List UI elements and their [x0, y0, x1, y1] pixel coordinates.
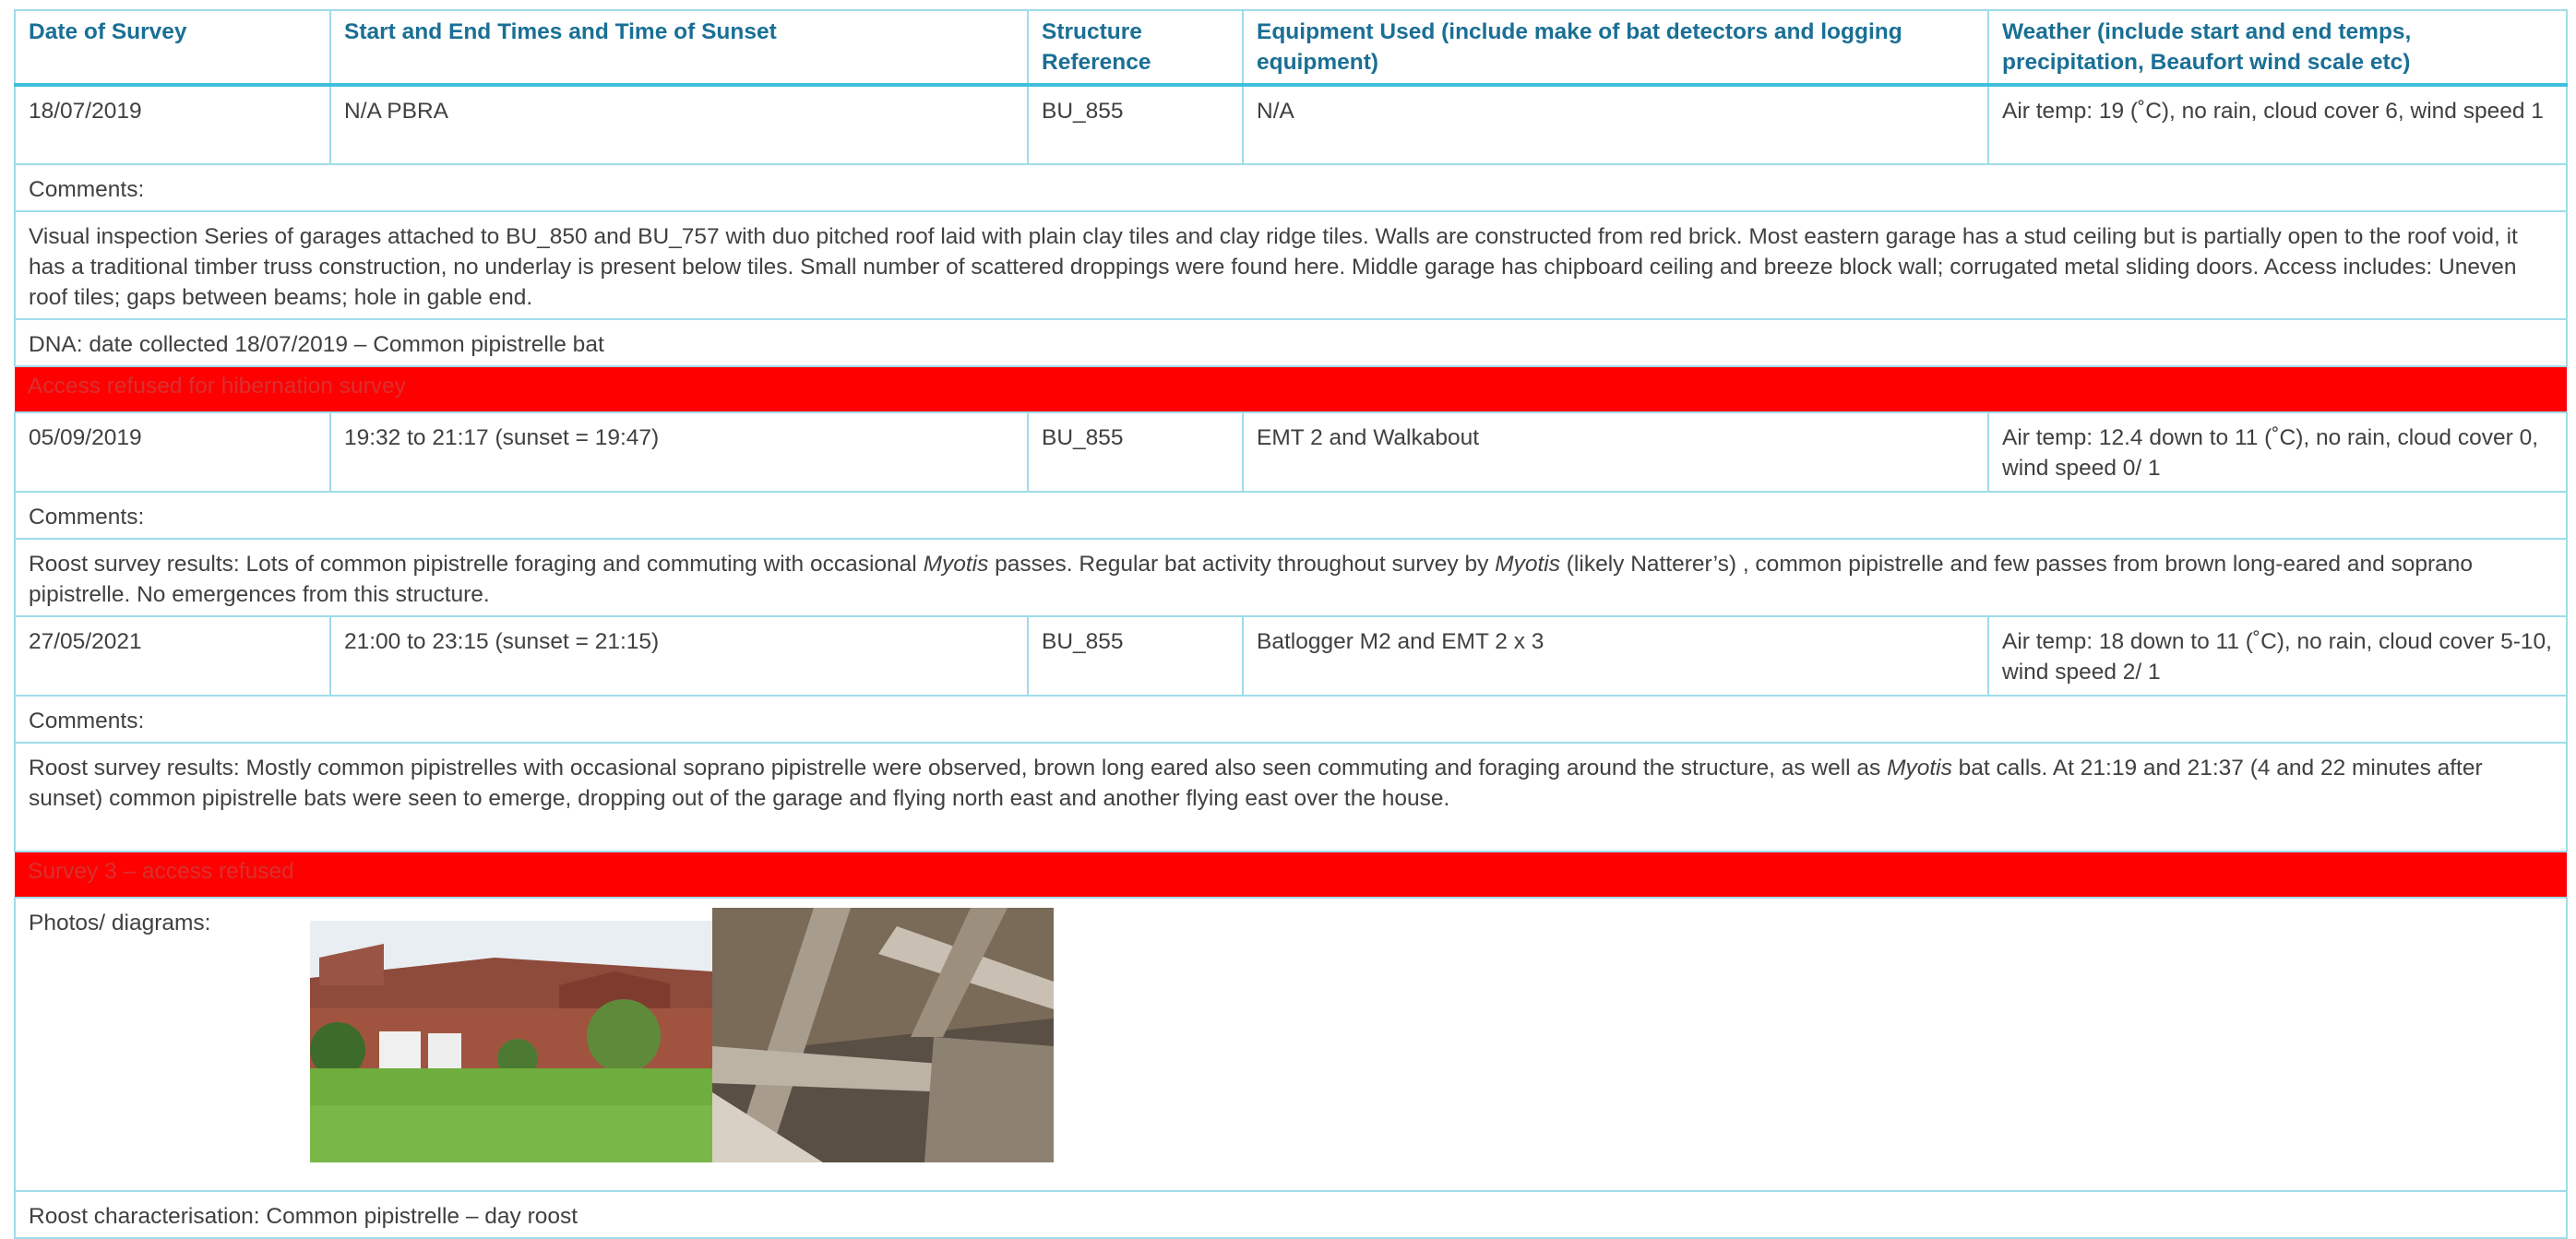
comments-label-row: Comments:: [14, 163, 2568, 212]
comment-text: passes. Regular bat activity throughout …: [988, 552, 1496, 577]
header-row: Date of Survey Start and End Times and T…: [14, 9, 2568, 87]
photos-label: Photos/ diagrams:: [29, 911, 211, 935]
garage-exterior-photo: [310, 921, 712, 1162]
comments-label: Comments:: [14, 695, 2568, 744]
survey-times: N/A PBRA: [329, 84, 1029, 165]
roost-characterisation: Roost characterisation: Common pipistrel…: [14, 1190, 2568, 1239]
survey-row-1: 18/07/2019 N/A PBRA BU_855 N/A Air temp:…: [14, 84, 2568, 165]
comment-text: Roost survey results: Mostly common pipi…: [29, 756, 1888, 780]
survey-date: 05/09/2019: [14, 411, 331, 493]
header-date: Date of Survey: [14, 9, 331, 87]
survey-weather: Air temp: 18 down to 11 (˚C), no rain, c…: [1987, 615, 2568, 697]
roost-row: Roost characterisation: Common pipistrel…: [14, 1190, 2568, 1239]
survey-record: Date of Survey Start and End Times and T…: [14, 9, 2568, 1239]
survey-comment: Roost survey results: Lots of common pip…: [14, 538, 2568, 617]
survey-comment: Roost survey results: Mostly common pipi…: [14, 742, 2568, 852]
survey-comment: Visual inspection Series of garages atta…: [14, 210, 2568, 320]
survey-row-2: 05/09/2019 19:32 to 21:17 (sunset = 19:4…: [14, 411, 2568, 493]
header-structure: Structure Reference: [1027, 9, 1244, 87]
survey-equipment: Batlogger M2 and EMT 2 x 3: [1242, 615, 1989, 697]
species-name: Myotis: [1887, 756, 1952, 780]
photos-row: Photos/ diagrams:: [14, 897, 2568, 1192]
survey-times: 21:00 to 23:15 (sunset = 21:15): [329, 615, 1029, 697]
access-refused-row-2: Survey 3 – access refused: [15, 852, 2567, 898]
access-refused-note: Survey 3 – access refused: [15, 852, 2567, 898]
survey-row-3: 27/05/2021 21:00 to 23:15 (sunset = 21:1…: [14, 615, 2568, 697]
survey-structure: BU_855: [1027, 84, 1244, 165]
survey-weather: Air temp: 12.4 down to 11 (˚C), no rain,…: [1987, 411, 2568, 493]
survey-weather: Air temp: 19 (˚C), no rain, cloud cover …: [1987, 84, 2568, 165]
species-name: Myotis: [1495, 552, 1560, 577]
survey-equipment: N/A: [1242, 84, 1989, 165]
survey-date: 18/07/2019: [14, 84, 331, 165]
comment-text: Roost survey results: Lots of common pip…: [29, 552, 924, 577]
header-equipment: Equipment Used (include make of bat dete…: [1242, 9, 1989, 87]
comments-label-row: Comments:: [14, 491, 2568, 540]
comment-row-1: Visual inspection Series of garages atta…: [14, 210, 2568, 320]
comments-label: Comments:: [14, 491, 2568, 540]
access-refused-row-1: Access refused for hibernation survey: [15, 366, 2567, 412]
dna-row: DNA: date collected 18/07/2019 – Common …: [14, 318, 2568, 367]
comment-row-2: Roost survey results: Lots of common pip…: [14, 538, 2568, 617]
survey-date: 27/05/2021: [14, 615, 331, 697]
photos-panel: Photos/ diagrams:: [29, 908, 2553, 1162]
roof-void-photo: [712, 908, 1054, 1162]
survey-structure: BU_855: [1027, 411, 1244, 493]
species-name: Myotis: [923, 552, 989, 577]
bat-survey-table: Date of Survey Start and End Times and T…: [14, 9, 2568, 1239]
survey-times: 19:32 to 21:17 (sunset = 19:47): [329, 411, 1029, 493]
dna-note: DNA: date collected 18/07/2019 – Common …: [14, 318, 2568, 367]
header-weather: Weather (include start and end temps, pr…: [1987, 9, 2568, 87]
access-refused-note: Access refused for hibernation survey: [15, 366, 2567, 412]
header-times: Start and End Times and Time of Sunset: [329, 9, 1029, 87]
survey-equipment: EMT 2 and Walkabout: [1242, 411, 1989, 493]
comment-row-3: Roost survey results: Mostly common pipi…: [14, 742, 2568, 852]
comments-label: Comments:: [14, 163, 2568, 212]
survey-structure: BU_855: [1027, 615, 1244, 697]
comments-label-row: Comments:: [14, 695, 2568, 744]
